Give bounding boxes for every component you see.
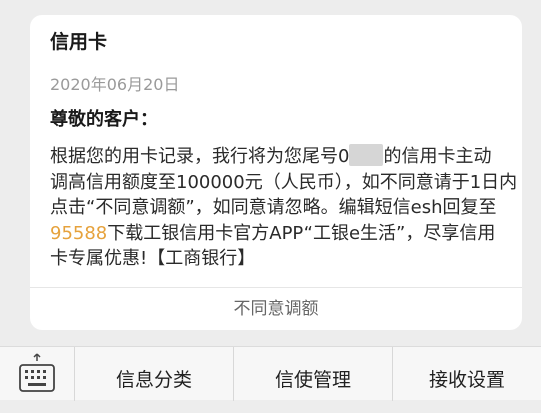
message-line-text: 点击“不同意调额”，如同意请忽略。编辑短信esh回复至 — [50, 197, 497, 218]
message-line-text: 的信用卡主动 — [383, 146, 492, 167]
message-line-text: 调高信用额度至100000元（人民币），如不同意请于1日内 — [50, 171, 518, 193]
message-greeting: 尊敬的客户： — [50, 109, 158, 130]
keyboard-icon — [19, 353, 55, 392]
menu-messenger-management[interactable]: 信使管理 — [233, 347, 392, 401]
message-line: 点击“不同意调额”，如同意请忽略。编辑短信esh回复至 — [50, 195, 512, 221]
disagree-adjust-button[interactable]: 不同意调额 — [30, 288, 522, 330]
bottom-menu-bar: 信息分类 信使管理 接收设置 — [0, 346, 541, 401]
message-title: 信用卡 — [50, 31, 108, 53]
phone-number-link[interactable]: 95588 — [50, 223, 107, 244]
keyboard-toggle-button[interactable] — [0, 347, 74, 401]
message-body: 根据您的用卡记录，我行将为您尾号0 的信用卡主动 调高信用额度至100000元（人… — [50, 144, 517, 272]
message-line: 调高信用额度至100000元（人民币），如不同意请于1日内 — [50, 170, 517, 196]
message-line: 卡专属优惠!【工商银行】 — [50, 246, 512, 272]
message-line-text: 下载工银信用卡官方APP“工银e生活”，尽享信用 — [107, 222, 496, 244]
message-line: 95588下载工银信用卡官方APP“工银e生活”，尽享信用 — [50, 221, 512, 247]
menu-message-category[interactable]: 信息分类 — [74, 347, 233, 401]
message-line-text: 卡专属优惠!【工商银行】 — [50, 248, 256, 269]
message-line-text: 根据您的用卡记录，我行将为您尾号0 — [50, 146, 350, 167]
message-card: 信用卡 2020年06月20日 尊敬的客户： 根据您的用卡记录，我行将为您尾号0… — [30, 15, 522, 330]
menu-receive-settings[interactable]: 接收设置 — [392, 347, 541, 401]
message-line: 根据您的用卡记录，我行将为您尾号0 的信用卡主动 — [50, 144, 512, 170]
message-date: 2020年06月20日 — [50, 75, 180, 94]
redacted-number-mask — [349, 144, 384, 166]
